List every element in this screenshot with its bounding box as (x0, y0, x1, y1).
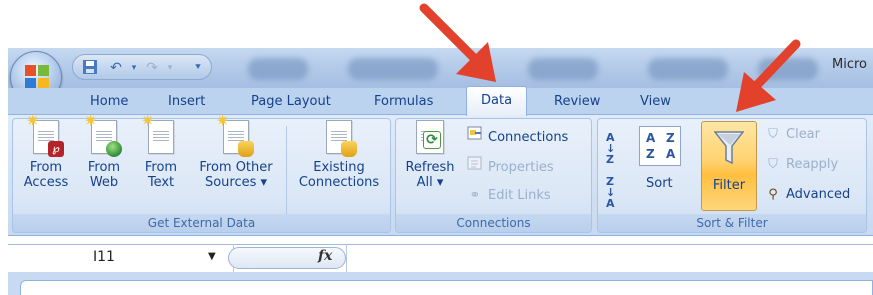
group-label: Sort & Filter (598, 214, 866, 232)
filter-button[interactable]: Filter (701, 121, 757, 211)
advanced-label: Advanced (786, 187, 851, 202)
from-other-sources-label-2: Sources ▾ (204, 175, 268, 190)
connections-label: Connections (488, 130, 569, 145)
from-other-sources-label-1: From Other (199, 160, 273, 175)
sort-z-to-a-button[interactable]: Z↓A (606, 176, 628, 209)
from-web-button[interactable]: ✷ From Web (78, 113, 130, 190)
sort-button[interactable]: Sort (646, 174, 673, 194)
clear-filter-button[interactable]: ⛉ Clear (764, 125, 820, 145)
advanced-filter-icon: ⚲ (768, 187, 778, 202)
sort-grid-a1: A (646, 131, 656, 145)
refresh-all-button[interactable]: ⟳ Refresh All ▾ (401, 120, 459, 190)
refresh-label-2: All ▾ (416, 175, 444, 190)
from-access-label-2: Access (23, 175, 69, 190)
text-icon: ✷ (141, 113, 174, 154)
advanced-filter-button[interactable]: ⚲ Advanced (764, 185, 850, 205)
tab-formulas[interactable]: Formulas (374, 91, 433, 113)
tab-review[interactable]: Review (554, 91, 600, 113)
formula-separator (346, 244, 347, 272)
from-access-label-1: From (29, 160, 63, 175)
tab-view[interactable]: View (640, 91, 671, 113)
window-title: Micro (832, 57, 867, 72)
existing-connections-icon (326, 120, 357, 157)
tab-insert[interactable]: Insert (168, 91, 205, 113)
sort-grid-a2: A (666, 147, 676, 161)
reapply-icon: ⛉ (768, 157, 778, 172)
web-icon: ✷ (84, 113, 122, 157)
group-separator (286, 126, 287, 214)
tab-page-layout[interactable]: Page Layout (251, 91, 331, 113)
office-logo-icon (25, 65, 49, 89)
from-text-label-1: From (144, 160, 178, 175)
edit-links-icon: ⚭ (469, 188, 481, 203)
reapply-button[interactable]: ⛉ Reapply (764, 155, 838, 175)
clear-filter-icon: ⛉ (768, 127, 778, 142)
sort-grid-z2: Z (646, 147, 655, 161)
insert-function-icon[interactable]: fx (318, 248, 332, 264)
from-web-label-1: From (87, 160, 121, 175)
from-text-label-2: Text (147, 175, 175, 190)
properties-label: Properties (488, 160, 554, 175)
properties-icon (466, 155, 484, 178)
filter-label: Filter (712, 178, 746, 193)
quick-access-toolbar: ↶ ▾ ↷ ▾ ⯆ (72, 54, 212, 80)
existing-connections-label-1: Existing (313, 160, 365, 175)
sort-dialog-icon: A Z Z A (639, 126, 681, 166)
database-icon: ✷ (216, 113, 254, 157)
from-access-button[interactable]: ✷ ℘ From Access (18, 113, 74, 191)
annotation-arrow-filter (736, 39, 801, 112)
sort-z-to-a-icon: Z↓A (606, 175, 616, 210)
undo-icon[interactable]: ↶ (107, 59, 125, 77)
connections-icon (466, 125, 484, 148)
filter-funnel-icon (714, 131, 744, 165)
from-text-button[interactable]: ✷ From Text (136, 113, 186, 191)
sort-a-to-z-icon: A↓Z (606, 131, 616, 166)
group-label: Connections (396, 214, 591, 232)
existing-connections-label-2: Connections (298, 175, 380, 190)
edit-links-button[interactable]: ⚭ Edit Links (466, 186, 551, 206)
from-web-label-2: Web (89, 175, 119, 190)
edit-links-label: Edit Links (488, 188, 551, 203)
tab-data[interactable]: Data (466, 86, 528, 116)
existing-connections-button[interactable]: Existing Connections (292, 120, 386, 190)
save-icon[interactable] (81, 59, 99, 77)
tab-home[interactable]: Home (90, 91, 128, 113)
refresh-icon: ⟳ (416, 120, 444, 154)
redo-dropdown-icon[interactable]: ▾ (161, 59, 179, 77)
sort-a-to-z-button[interactable]: A↓Z (606, 132, 628, 165)
name-box-dropdown-icon[interactable]: ▼ (208, 251, 216, 262)
annotation-arrow-data-tab (419, 3, 496, 82)
clear-label: Clear (786, 127, 820, 142)
sheet-grid[interactable] (20, 280, 873, 295)
redo-icon[interactable]: ↷ (143, 59, 161, 77)
access-icon: ✷ ℘ (26, 113, 64, 157)
undo-dropdown-icon[interactable]: ▾ (125, 59, 143, 77)
sort-grid-z1: Z (666, 131, 675, 145)
customize-qat-icon[interactable]: ⯆ (189, 59, 207, 77)
name-box[interactable] (8, 244, 234, 272)
reapply-label: Reapply (786, 157, 839, 172)
name-box-value: I11 (93, 249, 115, 265)
refresh-label-1: Refresh (405, 160, 455, 175)
from-other-sources-button[interactable]: ✷ From Other Sources ▾ (192, 113, 280, 191)
connections-button[interactable]: Connections (466, 125, 568, 145)
properties-button[interactable]: Properties (466, 155, 554, 175)
group-label: Get External Data (13, 214, 390, 232)
